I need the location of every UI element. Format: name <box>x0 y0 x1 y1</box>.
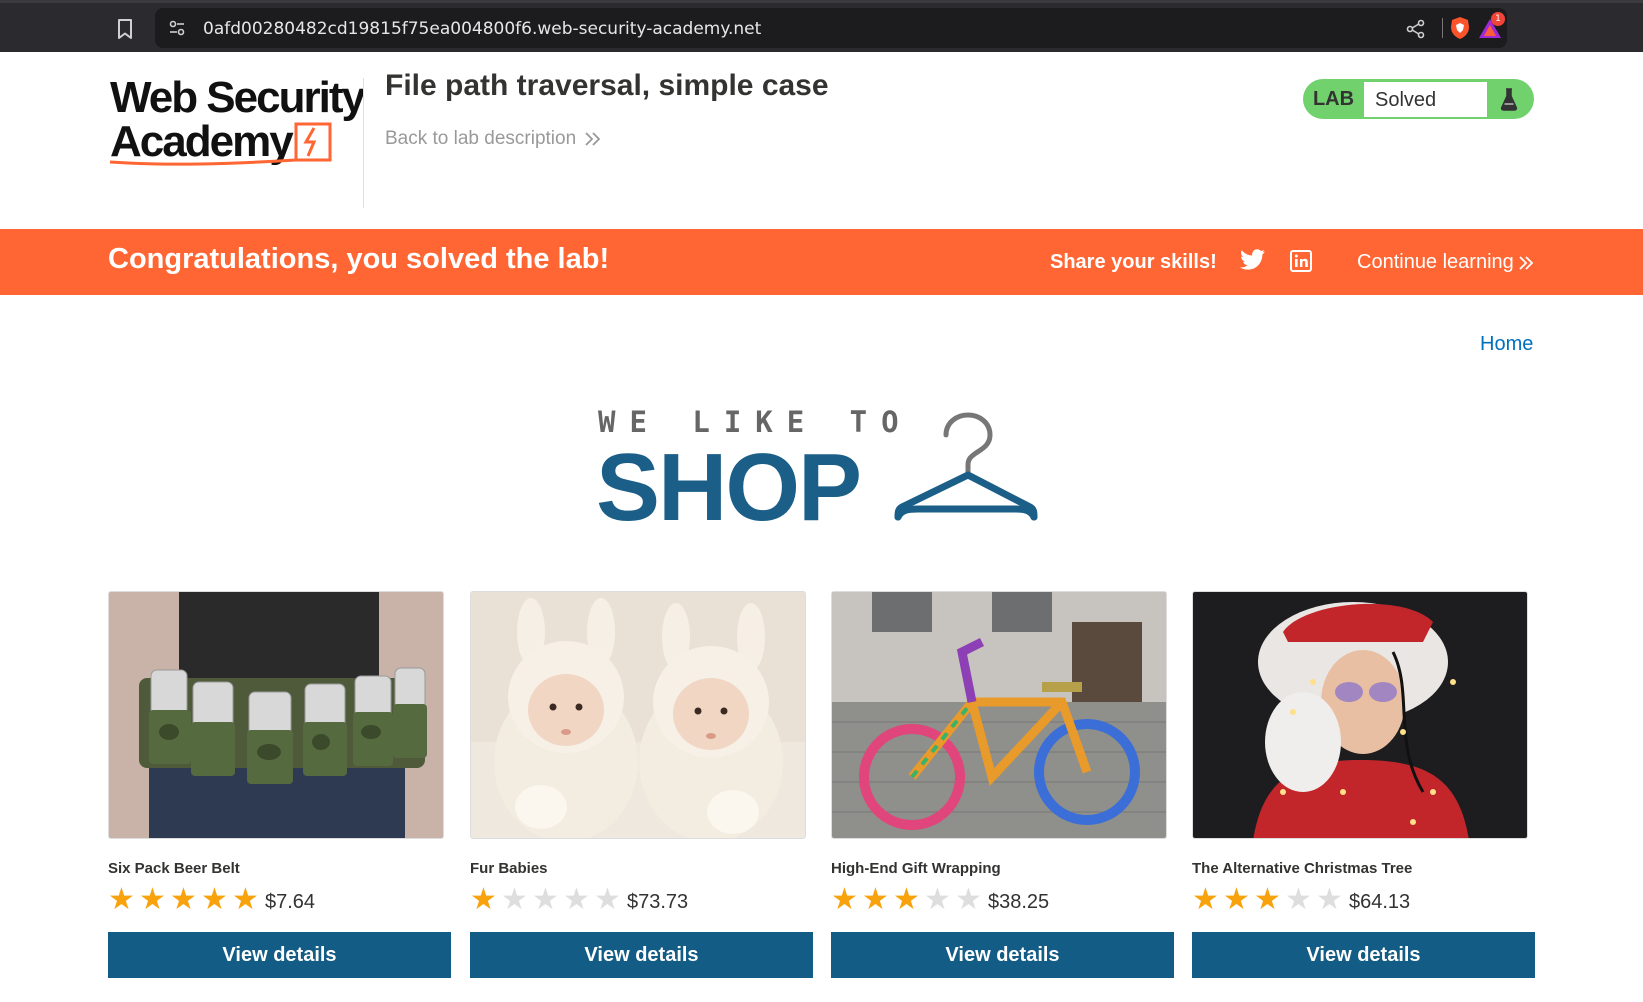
star-rating: ★ ★ ★ ★ ★ <box>831 882 986 916</box>
star-filled-icon: ★ <box>831 882 858 916</box>
view-details-button[interactable]: View details <box>470 932 813 978</box>
star-filled-icon: ★ <box>862 882 889 916</box>
brave-shield-icon[interactable] <box>1449 16 1471 40</box>
view-details-button[interactable]: View details <box>108 932 451 978</box>
twitter-icon[interactable] <box>1240 249 1266 273</box>
address-bar[interactable]: 0afd00280482cd19815f75ea004800f6.web-sec… <box>155 8 1507 48</box>
star-filled-icon: ★ <box>201 882 228 916</box>
lab-status-value: Solved <box>1364 81 1487 117</box>
star-rating: ★ ★ ★ ★ ★ <box>1192 882 1347 916</box>
star-filled-icon: ★ <box>1223 882 1250 916</box>
star-empty-icon: ★ <box>924 882 951 916</box>
view-details-button[interactable]: View details <box>831 932 1174 978</box>
star-filled-icon: ★ <box>893 882 920 916</box>
continue-learning-link[interactable]: Continue learning <box>1357 251 1534 274</box>
product-name: Fur Babies <box>470 860 548 877</box>
product-price: $73.73 <box>627 891 689 913</box>
double-chevron-right-icon <box>1519 255 1534 270</box>
star-filled-icon: ★ <box>232 882 259 916</box>
star-empty-icon: ★ <box>532 882 559 916</box>
linkedin-icon[interactable] <box>1290 250 1312 272</box>
svg-text:Web Security: Web Security <box>110 76 364 122</box>
star-rating: ★ ★ ★ ★ ★ <box>108 882 263 916</box>
svg-text:Academy: Academy <box>110 117 294 166</box>
star-rating: ★ ★ ★ ★ ★ <box>470 882 625 916</box>
lab-status-widget: LAB Solved <box>1303 79 1534 119</box>
hanger-icon <box>894 412 1038 521</box>
header-divider <box>363 78 364 208</box>
banner-title: Congratulations, you solved the lab! <box>108 243 610 275</box>
product-image[interactable] <box>108 591 444 839</box>
url-text[interactable]: 0afd00280482cd19815f75ea004800f6.web-sec… <box>203 19 761 39</box>
back-to-lab-link[interactable]: Back to lab description <box>385 128 602 150</box>
product-card: High-End Gift Wrapping ★ ★ ★ ★ ★ $38.25 View… <box>831 591 1174 981</box>
product-price: $7.64 <box>265 891 316 913</box>
star-filled-icon: ★ <box>1192 882 1219 916</box>
shop-wordmark: SHOP <box>596 434 862 541</box>
share-skills-label: Share your skills! <box>1050 251 1217 273</box>
product-price: $38.25 <box>988 891 1050 913</box>
star-empty-icon: ★ <box>594 882 621 916</box>
star-empty-icon: ★ <box>1285 882 1312 916</box>
product-card: Fur Babies ★ ★ ★ ★ ★ $73.73 View details <box>470 591 813 981</box>
continue-learning-label: Continue learning <box>1357 251 1514 273</box>
star-empty-icon: ★ <box>563 882 590 916</box>
star-empty-icon: ★ <box>1316 882 1343 916</box>
product-price: $64.13 <box>1349 891 1411 913</box>
browser-toolbar: 0afd00280482cd19815f75ea004800f6.web-sec… <box>0 0 1643 52</box>
view-details-button[interactable]: View details <box>1192 932 1535 978</box>
product-rating: ★ ★ ★ ★ ★ $73.73 <box>470 882 689 916</box>
product-image[interactable] <box>1192 591 1528 839</box>
lab-title: File path traversal, simple case <box>385 69 829 102</box>
product-rating: ★ ★ ★ ★ ★ $64.13 <box>1192 882 1411 916</box>
back-link-label: Back to lab description <box>385 128 577 149</box>
share-icon[interactable] <box>1405 18 1427 40</box>
product-rating: ★ ★ ★ ★ ★ $38.25 <box>831 882 1050 916</box>
star-filled-icon: ★ <box>1254 882 1281 916</box>
product-card: Six Pack Beer Belt ★ ★ ★ ★ ★ $7.64 View deta… <box>108 591 451 981</box>
site-info-icon[interactable] <box>167 18 187 38</box>
rewards-badge: 1 <box>1491 12 1505 26</box>
star-filled-icon: ★ <box>108 882 135 916</box>
brave-rewards-icon[interactable]: 1 <box>1477 12 1505 40</box>
product-image[interactable] <box>831 591 1167 839</box>
product-rating: ★ ★ ★ ★ ★ $7.64 <box>108 882 316 916</box>
star-filled-icon: ★ <box>470 882 497 916</box>
toolbar-divider <box>1442 18 1443 38</box>
bookmark-icon[interactable] <box>114 17 136 41</box>
product-name: The Alternative Christmas Tree <box>1192 860 1413 877</box>
lab-solved-banner: Congratulations, you solved the lab! Sha… <box>0 229 1643 295</box>
double-chevron-right-icon <box>585 132 601 146</box>
shop-logo: WE LIKE TO SHOP <box>596 405 1048 541</box>
star-filled-icon: ★ <box>170 882 197 916</box>
lab-status-label: LAB <box>1312 87 1355 110</box>
web-security-academy-logo[interactable]: Web Security Academy <box>108 73 368 168</box>
flask-icon <box>1487 81 1531 117</box>
lab-header: Web Security Academy File path traversal… <box>0 52 1643 229</box>
product-name: High-End Gift Wrapping <box>831 860 1001 877</box>
star-empty-icon: ★ <box>955 882 982 916</box>
star-empty-icon: ★ <box>501 882 528 916</box>
product-name: Six Pack Beer Belt <box>108 860 240 877</box>
product-image[interactable] <box>470 591 806 839</box>
star-filled-icon: ★ <box>139 882 166 916</box>
home-link[interactable]: Home <box>1480 333 1533 356</box>
product-card: The Alternative Christmas Tree ★ ★ ★ ★ ★ $64… <box>1192 591 1535 981</box>
